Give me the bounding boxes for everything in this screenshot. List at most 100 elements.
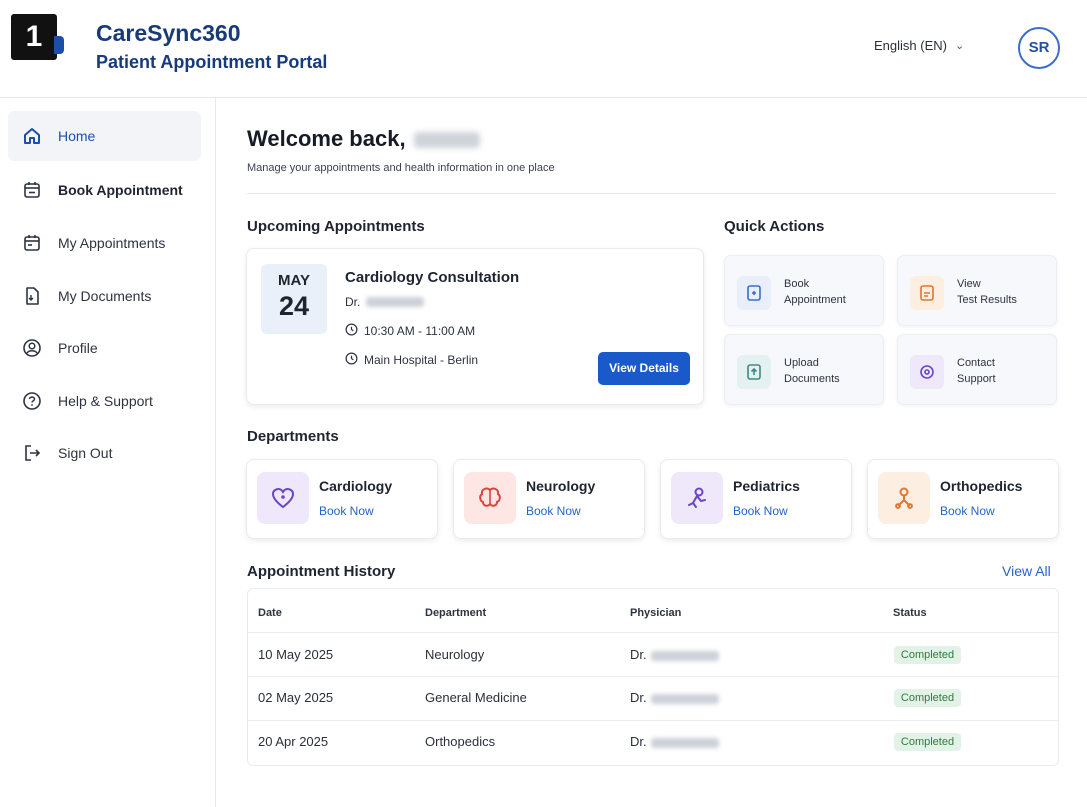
quick-action-label: View Test Results [957,276,1047,308]
appointment-history-title: Appointment History [247,563,396,580]
appointment-month: MAY [278,272,310,289]
column-header-department: Department [425,607,487,619]
home-icon [22,126,42,146]
quick-action-contact-support[interactable]: Contact Support [897,334,1057,405]
quick-action-line2: Test Results [957,294,1017,306]
status-badge: Completed [894,646,961,664]
sidebar-item-label: My Appointments [58,235,166,251]
page-title: Welcome back, [247,126,480,152]
appointment-location: Main Hospital - Berlin [345,352,478,368]
book-now-link[interactable]: Book Now [319,504,374,518]
physician-prefix: Dr. [630,647,647,662]
calendar-plus-icon [737,276,771,310]
sidebar-item-label: My Documents [58,288,152,304]
blurred-physician-name [650,650,719,661]
appointment-time: 10:30 AM - 11:00 AM [345,323,475,339]
page-subtitle: Manage your appointments and health info… [247,162,555,174]
sidebar-item-home[interactable]: Home [8,111,201,161]
document-icon [22,286,42,306]
cell-date: 20 Apr 2025 [258,734,329,749]
sidebar-item-label: Profile [58,340,98,356]
department-name: Cardiology [319,478,393,494]
quick-action-upload-documents[interactable]: Upload Documents [724,334,884,405]
support-icon [910,355,944,389]
department-card-neurology[interactable]: Neurology Book Now [453,459,645,539]
step-number-badge: 1 [11,14,57,60]
appointment-title: Cardiology Consultation [345,269,520,286]
department-card-orthopedics[interactable]: Orthopedics Book Now [867,459,1059,539]
sidebar-item-label: Book Appointment [58,182,183,198]
row-divider [248,676,1058,677]
quick-action-line1: Upload [784,357,819,369]
upcoming-appointments-title: Upcoming Appointments [247,218,425,235]
clock-icon [345,323,358,339]
language-selector[interactable]: English (EN) ⌄ [874,38,964,53]
appointment-time-text: 10:30 AM - 11:00 AM [364,324,476,338]
heart-icon [257,472,309,524]
quick-action-line2: Appointment [784,294,846,306]
row-divider [248,720,1058,721]
status-badge: Completed [894,689,961,707]
location-icon [345,352,358,368]
user-circle-icon [22,338,42,358]
upload-icon [737,355,771,389]
blurred-physician-name [650,737,719,748]
column-header-physician: Physician [630,607,682,619]
department-card-pediatrics[interactable]: Pediatrics Book Now [660,459,852,539]
quick-actions-title: Quick Actions [724,218,825,235]
department-name: Neurology [526,478,596,494]
cell-department: General Medicine [425,690,527,705]
sidebar-item-sign-out[interactable]: Sign Out [8,428,201,478]
physician-prefix: Dr. [630,734,647,749]
appointment-day: 24 [278,291,310,321]
appointment-date: MAY 24 [261,264,327,334]
app-header: 1 CareSync360 Patient Appointment Portal… [0,0,1087,98]
doctor-prefix: Dr. [345,295,361,309]
cell-department: Orthopedics [425,734,496,749]
avatar[interactable]: SR [1018,27,1060,69]
column-header-date: Date [258,607,282,619]
chevron-down-icon: ⌄ [954,40,965,52]
book-now-link[interactable]: Book Now [733,504,788,518]
calendar-plus-icon [22,180,42,200]
welcome-text: Welcome back, [247,126,406,151]
sidebar-item-my-appointments[interactable]: My Appointments [8,218,201,268]
language-label: English (EN) [874,38,947,53]
quick-action-label: Upload Documents [784,355,874,387]
cell-department: Neurology [425,647,485,662]
quick-action-line1: View [957,278,981,290]
cell-date: 02 May 2025 [258,690,334,705]
test-results-icon [910,276,944,310]
quick-action-line2: Support [957,373,996,385]
view-details-button[interactable]: View Details [598,352,690,385]
sidebar-item-book-appointment[interactable]: Book Appointment [8,165,201,215]
quick-action-view-test-results[interactable]: View Test Results [897,255,1057,326]
sidebar-item-my-documents[interactable]: My Documents [8,271,201,321]
blurred-user-name [413,132,480,149]
brand-subtitle: Patient Appointment Portal [96,52,328,72]
blurred-doctor-name [366,297,425,307]
sidebar-item-label: Sign Out [58,445,113,461]
sidebar: Home Book Appointment My Appointments My… [0,98,216,807]
sidebar-item-help-support[interactable]: Help & Support [8,376,201,426]
quick-action-book-appointment[interactable]: Book Appointment [724,255,884,326]
appointment-history-table: Date Department Physician Status 10 May … [247,588,1059,766]
department-card-cardiology[interactable]: Cardiology Book Now [246,459,438,539]
column-header-status: Status [893,607,927,619]
child-icon [671,472,723,524]
appointment-doctor: Dr. [345,295,425,309]
cell-physician: Dr. [630,690,719,705]
bone-icon [878,472,930,524]
appointment-card: MAY 24 Cardiology Consultation Dr. 10:30… [246,248,704,405]
book-now-link[interactable]: Book Now [526,504,581,518]
view-all-link[interactable]: View All [1002,563,1051,579]
calendar-icon [22,233,42,253]
book-now-link[interactable]: Book Now [940,504,995,518]
cell-physician: Dr. [630,734,719,749]
sign-out-icon [22,443,42,463]
sidebar-item-profile[interactable]: Profile [8,323,201,373]
brain-icon [464,472,516,524]
sidebar-item-label: Help & Support [58,393,153,409]
quick-action-line1: Contact [957,357,995,369]
cell-physician: Dr. [630,647,719,662]
